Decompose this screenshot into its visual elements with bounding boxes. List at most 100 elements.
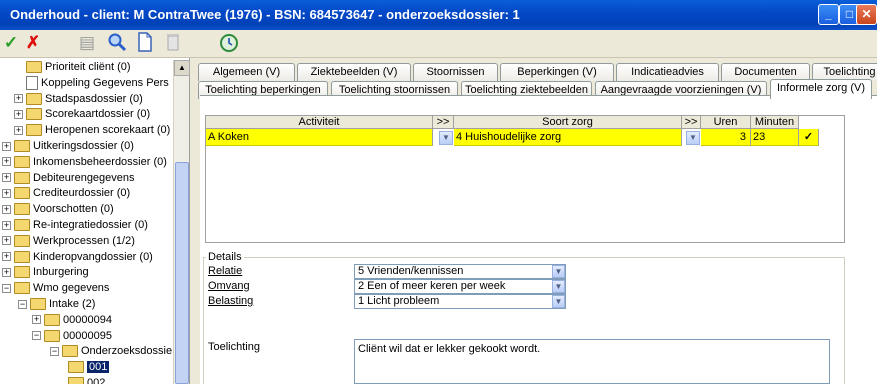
tree-item-label: Voorschotten (0) bbox=[33, 203, 114, 216]
delete-x-icon[interactable]: ✗ bbox=[22, 32, 44, 54]
relatie-select[interactable]: 5 Vrienden/kennissen ▼ bbox=[354, 264, 566, 279]
col-more1-header[interactable]: >> bbox=[433, 116, 454, 129]
tree-item-label: Prioriteit cliënt (0) bbox=[45, 61, 131, 73]
window-title: Onderhoud - client: M ContraTwee (1976) … bbox=[10, 7, 520, 22]
tree-item[interactable]: + Debiteurengegevens bbox=[2, 170, 135, 186]
tree-item[interactable]: − Wmo gegevens bbox=[2, 280, 109, 296]
tree-item[interactable]: + Re-integratiedossier (0) bbox=[2, 217, 148, 233]
folder-icon bbox=[68, 361, 84, 374]
tree-item-label: Kinderopvangdossier (0) bbox=[33, 250, 153, 263]
tree-item[interactable]: + Scorekaartdossier (0) bbox=[14, 106, 150, 122]
navigation-tree: Prioriteit cliënt (0) Koppeling Gegevens … bbox=[0, 58, 190, 384]
minimize-button[interactable]: _ bbox=[818, 4, 839, 25]
tree-item[interactable]: 001 bbox=[68, 359, 110, 375]
tab-top-2[interactable]: Stoornissen bbox=[413, 63, 498, 81]
col-uren-header[interactable]: Uren bbox=[701, 116, 751, 129]
col-minuten-header[interactable]: Minuten bbox=[751, 116, 799, 129]
belasting-value: 1 Licht probleem bbox=[358, 295, 440, 307]
tree-item-label: Wmo gegevens bbox=[33, 282, 110, 295]
tree-item[interactable]: + Inburgering bbox=[2, 264, 89, 280]
tab-top-1[interactable]: Ziektebeelden (V) bbox=[297, 63, 411, 81]
scroll-up-arrow[interactable]: ▲ bbox=[174, 60, 190, 76]
belasting-select[interactable]: 1 Licht probleem ▼ bbox=[354, 294, 566, 309]
expand-icon[interactable]: + bbox=[14, 125, 23, 135]
collapse-icon[interactable]: − bbox=[2, 283, 11, 293]
expand-icon[interactable]: + bbox=[14, 94, 23, 104]
expand-icon[interactable]: + bbox=[2, 236, 11, 246]
folder-icon bbox=[14, 187, 30, 200]
tab-top-0[interactable]: Algemeen (V) bbox=[198, 63, 295, 81]
folder-icon bbox=[14, 250, 30, 263]
tab-top-3[interactable]: Beperkingen (V) bbox=[500, 63, 614, 81]
col-soort-header[interactable]: Soort zorg bbox=[454, 116, 682, 129]
tree-item[interactable]: Koppeling Gegevens Pers bbox=[14, 75, 169, 91]
collapse-icon[interactable]: − bbox=[32, 331, 41, 341]
tab-top-4[interactable]: Indicatieadvies bbox=[616, 63, 719, 81]
tree-item[interactable]: + Crediteurdossier (0) bbox=[2, 185, 130, 201]
cell-soort-zorg[interactable]: 4 Huishoudelijke zorg bbox=[454, 129, 682, 146]
magnifier-icon[interactable] bbox=[106, 32, 128, 54]
collapse-icon[interactable]: − bbox=[18, 299, 27, 309]
col-activiteit-header[interactable]: Activiteit bbox=[206, 116, 433, 129]
expand-icon[interactable]: + bbox=[2, 157, 11, 167]
stack-icon[interactable]: ▤ bbox=[76, 32, 98, 54]
tree-item-label: Heropenen scorekaart (0) bbox=[45, 124, 171, 137]
chevron-down-icon[interactable]: ▼ bbox=[552, 265, 565, 278]
document-icon[interactable] bbox=[134, 32, 156, 54]
tree-item[interactable]: − 00000095 bbox=[32, 328, 112, 344]
tree-item-label: Intake (2) bbox=[49, 298, 96, 310]
chevron-down-icon[interactable]: ▼ bbox=[552, 295, 565, 308]
cell-uren[interactable]: 3 bbox=[701, 129, 751, 146]
expand-icon[interactable]: + bbox=[2, 252, 11, 262]
tree-item[interactable]: − Intake (2) bbox=[18, 296, 95, 312]
tree-scrollbar[interactable]: ▲ bbox=[173, 60, 190, 384]
col-more2-header[interactable]: >> bbox=[682, 116, 701, 129]
expand-icon[interactable]: + bbox=[32, 315, 41, 325]
omvang-value: 2 Een of meer keren per week bbox=[358, 280, 506, 292]
tree-item[interactable]: + Stadspasdossier (0) bbox=[14, 91, 143, 107]
expand-icon[interactable]: + bbox=[2, 188, 11, 198]
tree-item[interactable]: Prioriteit cliënt (0) bbox=[14, 59, 131, 75]
informele-zorg-grid: Activiteit >> Soort zorg >> Uren Minuten… bbox=[205, 115, 845, 243]
expand-icon[interactable]: + bbox=[2, 204, 11, 214]
cell-minuten[interactable]: 23 bbox=[751, 129, 799, 146]
refresh-clock-icon[interactable] bbox=[218, 32, 240, 54]
chevron-down-icon[interactable]: ▼ bbox=[552, 280, 565, 293]
expand-icon[interactable]: + bbox=[2, 220, 11, 230]
toelichting-textarea[interactable]: Cliënt wil dat er lekker gekookt wordt. bbox=[354, 339, 830, 384]
folder-icon bbox=[14, 234, 30, 247]
tree-item-label: Werkprocessen (1/2) bbox=[33, 234, 135, 247]
omvang-select[interactable]: 2 Een of meer keren per week ▼ bbox=[354, 279, 566, 294]
tree-item-label: 001 bbox=[87, 361, 110, 374]
scroll-thumb[interactable] bbox=[175, 162, 189, 384]
expand-icon[interactable]: + bbox=[2, 267, 11, 277]
confirm-row-check[interactable]: ✓ bbox=[799, 129, 819, 146]
expand-icon[interactable]: + bbox=[2, 141, 11, 151]
tree-item-label: Inburgering bbox=[33, 266, 89, 279]
soort-zorg-dropdown-button[interactable]: ▼ bbox=[686, 131, 700, 145]
collapse-icon[interactable]: − bbox=[50, 346, 59, 356]
tree-item-label: Crediteurdossier (0) bbox=[33, 187, 131, 200]
expand-icon[interactable]: + bbox=[2, 173, 11, 183]
activiteit-dropdown-button[interactable]: ▼ bbox=[439, 131, 453, 145]
tree-item[interactable]: + Uitkeringsdossier (0) bbox=[2, 138, 134, 154]
tree-item[interactable]: + Kinderopvangdossier (0) bbox=[2, 249, 153, 265]
tree-item-label: Inkomensbeheerdossier (0) bbox=[33, 155, 167, 168]
trash-icon[interactable] bbox=[162, 32, 184, 54]
tree-item[interactable]: − Onderzoeksdossie bbox=[50, 343, 172, 359]
tree-item[interactable]: + Werkprocessen (1/2) bbox=[2, 233, 135, 249]
folder-icon bbox=[26, 108, 42, 121]
tab-bottom-4[interactable]: Informele zorg (V) bbox=[770, 79, 872, 99]
close-button[interactable]: ✕ bbox=[856, 4, 877, 25]
tree-item[interactable]: + Heropenen scorekaart (0) bbox=[14, 122, 170, 138]
tree-item[interactable]: 002 bbox=[68, 375, 105, 384]
tree-item-label: Debiteurengegevens bbox=[33, 171, 135, 184]
tree-item[interactable]: +00000094 bbox=[32, 312, 112, 328]
tree-item-label: Scorekaartdossier (0) bbox=[45, 108, 151, 121]
cell-activiteit[interactable]: A Koken bbox=[206, 129, 433, 146]
tree-item[interactable]: + Voorschotten (0) bbox=[2, 201, 114, 217]
tree-item[interactable]: + Inkomensbeheerdossier (0) bbox=[2, 154, 167, 170]
checkmark-icon[interactable]: ✓ bbox=[0, 32, 22, 54]
expand-icon[interactable]: + bbox=[14, 109, 23, 119]
tree-item-label: 00000095 bbox=[63, 329, 112, 342]
